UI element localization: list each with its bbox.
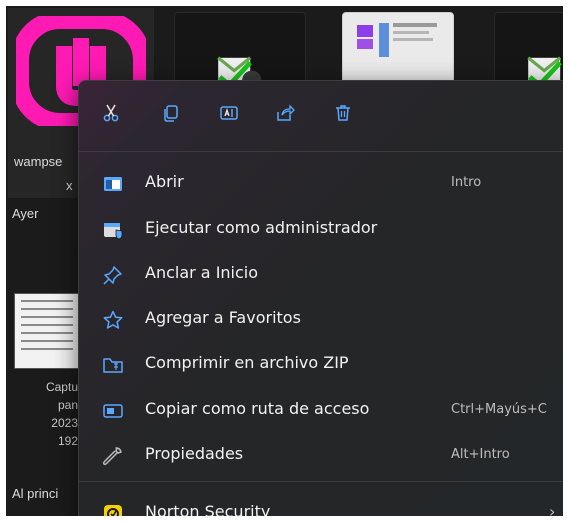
menu-item-properties[interactable]: Propiedades Alt+Intro [83,435,563,475]
group-header-yesterday: Ayer [12,206,39,221]
menu-item-label: Propiedades [145,444,244,463]
wrench-icon [103,447,122,466]
chevron-right-icon: › [549,502,556,516]
open-window-icon [104,177,122,191]
context-menu: Abrir Intro Ejecutar como administrador … [78,80,563,516]
file-name-label: wampse [14,154,63,169]
menu-item-label: Agregar a Favoritos [145,308,301,327]
scissors-icon [103,104,119,122]
menu-item-shortcut: Intro [451,175,482,190]
rename-icon [220,106,238,120]
copy-icon [164,105,178,122]
caption-line: 2023 [51,416,78,430]
menu-item-label: Copiar como ruta de acceso [145,399,370,418]
norton-icon [104,505,122,516]
caption-line: pan [57,398,78,412]
menu-item-shortcut: Ctrl+Mayús+C [451,402,547,417]
admin-shield-icon [104,223,123,240]
menu-item-label: Anclar a Inicio [145,263,259,282]
zip-folder-icon [103,358,123,373]
menu-item-norton-security[interactable]: Norton Security › [83,493,563,516]
share-icon [277,104,295,121]
caption-line: Captu [45,380,78,394]
pin-icon [103,266,122,285]
menu-item-label: Comprimir en archivo ZIP [145,353,349,372]
file-tile-mail-shortcut-2[interactable] [494,12,563,90]
trash-icon [336,105,350,121]
menu-item-label: Abrir [145,172,184,191]
caption-line: 192 [57,434,78,448]
menu-item-open[interactable]: Abrir Intro [83,163,563,203]
menu-item-label: Norton Security [145,502,271,516]
rename-button[interactable] [211,95,247,131]
path-icon [103,404,123,418]
cut-button[interactable] [93,95,129,131]
menu-item-label: Ejecutar como administrador [145,218,378,237]
menu-separator [79,481,563,482]
file-tile-screenshot[interactable] [342,12,454,90]
quick-actions-bar [79,81,563,149]
star-icon [103,310,123,329]
menu-item-shortcut: Alt+Intro [451,447,510,462]
menu-separator [79,151,563,152]
menu-item-compress-zip[interactable]: Comprimir en archivo ZIP [83,344,563,384]
menu-item-copy-as-path[interactable]: Copiar como ruta de acceso Ctrl+Mayús+C [83,390,563,430]
file-tile-mail-shortcut[interactable] [174,12,306,90]
file-name-label-continued: x [66,178,73,193]
share-button[interactable] [267,95,303,131]
group-header-beginning: Al princi [12,486,59,501]
delete-button[interactable] [325,95,361,131]
file-explorer-view: wampse x Ayer Captu pan 2023 192 Al prin… [6,6,563,516]
menu-item-add-to-favorites[interactable]: Agregar a Favoritos [83,299,563,339]
menu-item-pin-to-start[interactable]: Anclar a Inicio [83,254,563,294]
copy-button[interactable] [153,95,189,131]
document-thumbnail[interactable] [14,293,80,369]
menu-item-run-as-admin[interactable]: Ejecutar como administrador [83,209,563,249]
screenshot-thumbnail-icon [357,23,437,57]
file-caption: Captu pan 2023 192 [24,378,78,450]
